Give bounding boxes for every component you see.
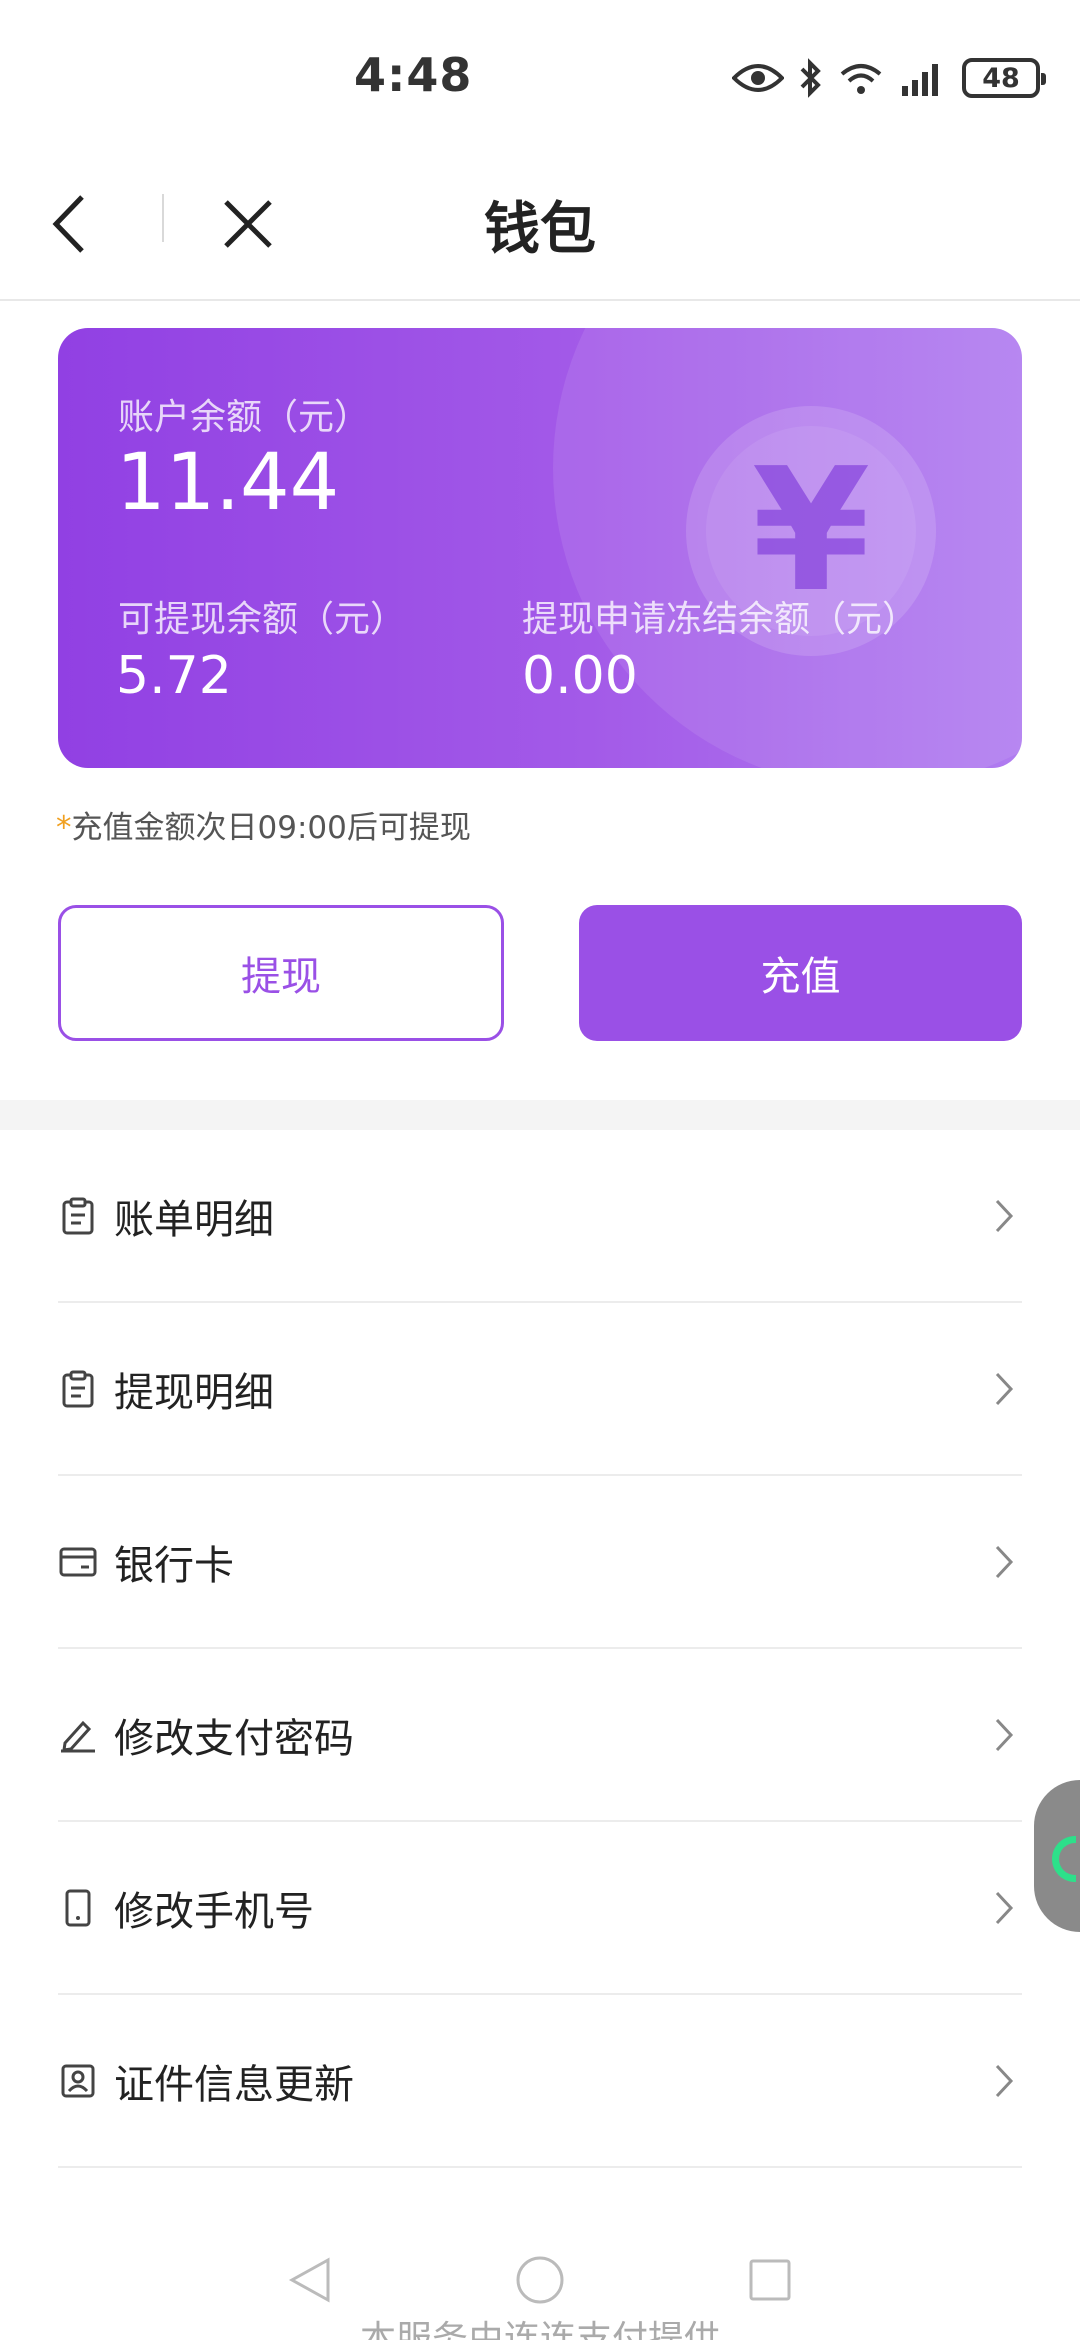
menu-label: 银行卡 <box>114 1542 234 1589</box>
wifi-icon <box>838 58 884 98</box>
chevron-right-icon <box>986 2057 1022 2105</box>
floating-assistant-button[interactable] <box>1034 1780 1080 1932</box>
withdrawable-balance-label: 可提现余额（元） <box>118 599 407 640</box>
battery-indicator: 48 <box>962 58 1046 98</box>
menu-item-id-update[interactable]: 证件信息更新 <box>58 1995 1022 2168</box>
frozen-balance-value: 0.00 <box>522 646 638 706</box>
notice-star: * <box>56 810 72 846</box>
menu-item-change-phone[interactable]: 修改手机号 <box>58 1822 1022 1995</box>
withdraw-notice: *充值金额次日09:00后可提现 <box>56 802 471 847</box>
status-bar: 4:48 48 <box>0 0 1080 150</box>
total-balance-label: 账户余额（元） <box>118 397 371 438</box>
phone-icon <box>58 1888 98 1928</box>
recharge-button[interactable]: 充值 <box>579 905 1022 1041</box>
balance-card: ¥ 账户余额（元） 11.44 可提现余额（元） 5.72 提现申请冻结余额（元… <box>58 328 1022 768</box>
chevron-right-icon <box>986 1192 1022 1240</box>
assistant-icon <box>1052 1836 1076 1882</box>
withdraw-button[interactable]: 提现 <box>58 905 504 1041</box>
chevron-right-icon <box>986 1884 1022 1932</box>
chevron-right-icon <box>986 1711 1022 1759</box>
signal-icon <box>898 58 948 98</box>
menu-item-change-pay-password[interactable]: 修改支付密码 <box>58 1649 1022 1822</box>
bluetooth-icon <box>798 58 824 98</box>
chevron-right-icon <box>986 1365 1022 1413</box>
section-divider <box>0 1100 1080 1130</box>
total-balance-value: 11.44 <box>116 438 340 528</box>
status-icons: 48 <box>732 54 1046 102</box>
menu-label: 提现明细 <box>114 1369 274 1416</box>
status-time: 4:48 <box>354 48 473 102</box>
system-navigation-bar <box>0 2240 1080 2320</box>
pen-icon <box>58 1715 98 1755</box>
clipboard-icon <box>58 1196 98 1236</box>
square-recents-icon <box>749 2259 791 2301</box>
menu-item-bill-details[interactable]: 账单明细 <box>58 1130 1022 1303</box>
menu-item-bank-card[interactable]: 银行卡 <box>58 1476 1022 1649</box>
menu-item-withdraw-details[interactable]: 提现明细 <box>58 1303 1022 1476</box>
chevron-right-icon <box>986 1538 1022 1586</box>
menu-label: 修改支付密码 <box>114 1715 354 1762</box>
triangle-back-icon <box>288 2257 330 2303</box>
menu-label: 账单明细 <box>114 1196 274 1243</box>
id-card-icon <box>58 2061 98 2101</box>
menu-label: 修改手机号 <box>114 1888 314 1935</box>
system-back-button[interactable] <box>282 2252 338 2308</box>
footer-provider-text: 本服务由连连支付提供 <box>359 2319 720 2340</box>
notice-text: 充值金额次日09:00后可提现 <box>71 810 471 846</box>
nav-bar: 钱包 <box>0 150 1080 301</box>
wallet-menu: 账单明细 提现明细 银行卡 修改支付密码 修改手机号 证件信息更新 <box>58 1130 1022 2168</box>
clipboard-icon <box>58 1369 98 1409</box>
circle-home-icon <box>516 2256 564 2304</box>
system-recents-button[interactable] <box>742 2252 798 2308</box>
battery-level: 48 <box>982 62 1020 94</box>
eye-icon <box>732 62 784 94</box>
withdrawable-balance-value: 5.72 <box>116 646 232 706</box>
card-icon <box>58 1542 98 1582</box>
menu-label: 证件信息更新 <box>114 2061 354 2108</box>
frozen-balance-label: 提现申请冻结余额（元） <box>522 599 919 640</box>
page-title: 钱包 <box>484 197 596 262</box>
system-home-button[interactable] <box>512 2252 568 2308</box>
